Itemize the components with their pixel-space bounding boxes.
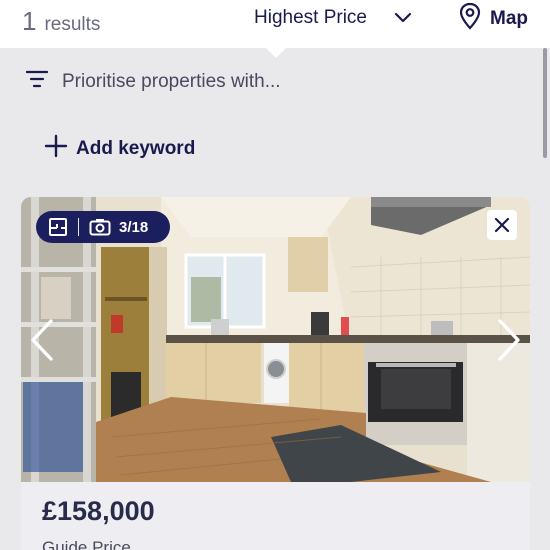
add-keyword-button[interactable]: Add keyword [44,134,195,163]
results-header: 1 results Highest Price Map [0,0,550,48]
next-photo-button[interactable] [494,317,524,363]
close-button[interactable] [487,210,517,240]
chevron-left-icon [29,318,55,362]
chevron-right-icon [496,318,522,362]
camera-icon [89,218,111,236]
results-count: 1 [22,6,37,36]
map-button[interactable]: Map [458,2,528,35]
floorplan-icon [48,217,68,237]
sort-pointer [266,48,286,58]
photo-counter: 3/18 [119,218,149,236]
chevron-down-icon [393,8,413,28]
badge-divider [78,218,79,236]
results-summary: 1 results [22,6,100,37]
results-label: results [44,14,101,35]
prioritise-label: Prioritise properties with... [62,70,281,92]
close-icon [494,217,510,233]
prioritise-filter[interactable]: Prioritise properties with... [25,70,281,93]
previous-photo-button[interactable] [27,317,57,363]
filter-lines-icon [25,70,49,93]
map-pin-icon [458,2,482,35]
price-value: £158,000 [42,496,155,526]
map-label: Map [490,7,528,29]
plus-icon [44,134,68,163]
add-keyword-label: Add keyword [76,137,196,159]
sort-dropdown[interactable]: Highest Price [254,7,413,29]
property-card[interactable]: 3/18 £158,000 Guide Price [21,197,530,550]
price-section: £158,000 Guide Price [21,482,530,550]
photo-badge: 3/18 [36,211,170,243]
sort-label: Highest Price [254,7,367,28]
price-qualifier: Guide Price [42,538,131,550]
property-photo[interactable]: 3/18 [21,197,530,482]
page-scrollbar[interactable] [543,48,547,158]
